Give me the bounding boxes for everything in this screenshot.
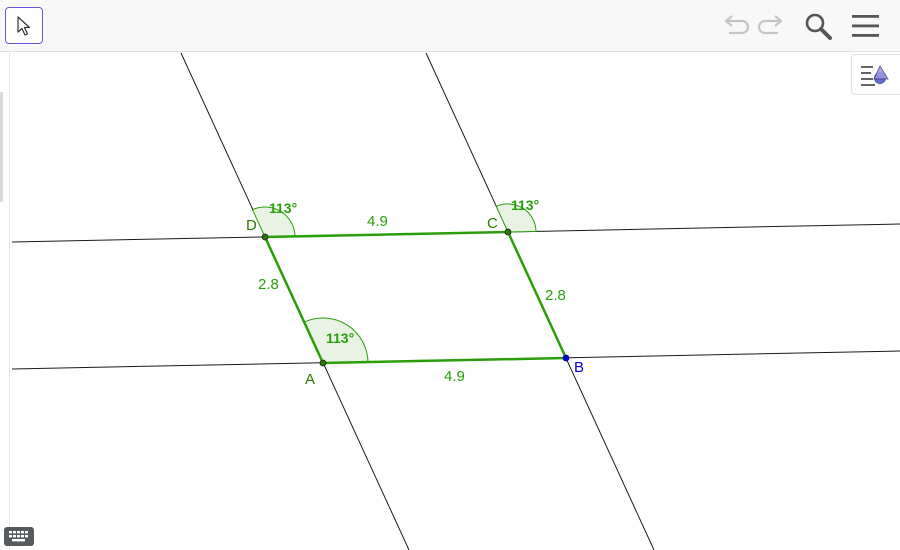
panel-resize-handle[interactable]: [0, 92, 3, 202]
top-toolbar: [0, 0, 900, 52]
search-icon[interactable]: [803, 12, 835, 42]
point-a-label: A: [305, 371, 315, 388]
point-c-label: C: [487, 215, 498, 232]
keyboard-icon: [9, 531, 28, 542]
point-c[interactable]: [504, 228, 512, 236]
keyboard-button[interactable]: [4, 527, 34, 546]
graphics-view[interactable]: A B C D 4.9 4.9 2.8 2.8 113° 113° 113°: [0, 0, 900, 550]
point-d[interactable]: [261, 233, 269, 241]
side-ab-length: 4.9: [444, 368, 465, 385]
point-a[interactable]: [319, 359, 327, 367]
side-cd-length: 4.9: [367, 213, 388, 230]
geogebra-app: A B C D 4.9 4.9 2.8 2.8 113° 113° 113°: [0, 0, 900, 550]
angle-a-label: 113°: [326, 330, 354, 346]
left-panel-edge[interactable]: [0, 52, 10, 550]
redo-icon[interactable]: [757, 12, 787, 40]
point-d-label: D: [246, 217, 257, 234]
point-b[interactable]: [562, 354, 570, 362]
side-da-length: 2.8: [258, 276, 279, 293]
point-b-label: B: [574, 359, 584, 376]
move-arrow-icon: [17, 16, 31, 36]
style-bar-toggle-icon: [861, 65, 889, 86]
undo-icon[interactable]: [720, 12, 750, 40]
move-tool-button[interactable]: [5, 7, 43, 44]
parallelogram-abcd[interactable]: [263, 230, 568, 365]
hamburger-menu-icon[interactable]: [850, 12, 882, 40]
side-bc-length: 2.8: [545, 287, 566, 304]
angle-c-label: 113°: [511, 197, 539, 213]
style-bar-toggle-button[interactable]: [851, 54, 900, 95]
angle-d-label: 113°: [269, 200, 297, 216]
